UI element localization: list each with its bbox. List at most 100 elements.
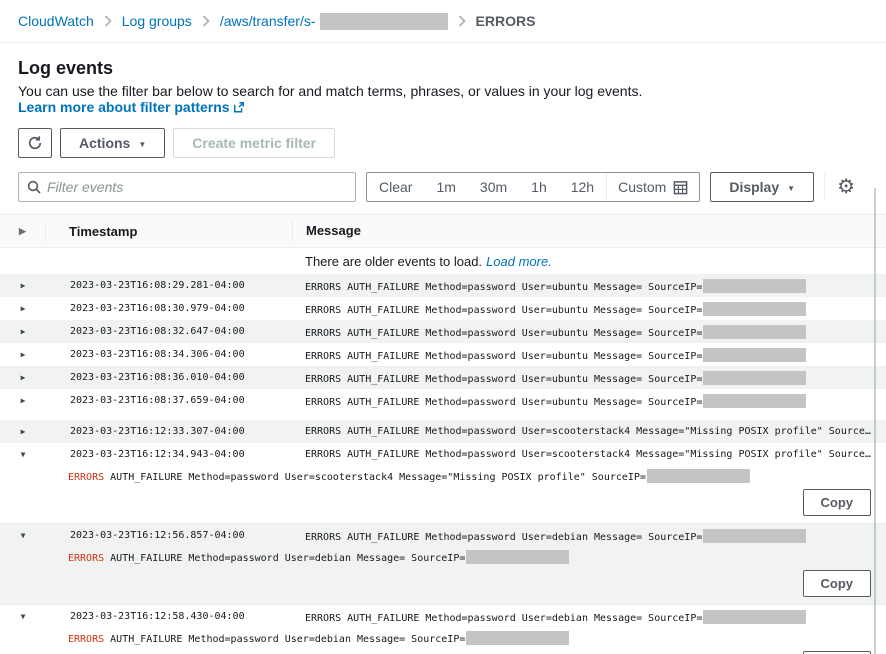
expand-toggle-icon[interactable]: ▶ <box>0 373 46 382</box>
time-clear-button[interactable]: Clear <box>367 173 424 201</box>
expand-toggle-icon[interactable]: ▶ <box>0 350 46 359</box>
copy-button-row: Copy <box>0 566 886 599</box>
log-event-row-expanded: ▼2023-03-23T16:12:34.943-04:00ERRORS AUT… <box>0 443 886 524</box>
event-message-text: ERRORS AUTH_FAILURE Method=password User… <box>305 282 702 293</box>
load-more-link[interactable]: Load more. <box>486 254 552 269</box>
table-header: ▶ Timestamp Message <box>0 214 886 248</box>
redacted-value <box>703 279 806 293</box>
time-12h-button[interactable]: 12h <box>559 173 606 201</box>
event-message: ERRORS AUTH_FAILURE Method=password User… <box>292 302 886 316</box>
chevron-right-icon <box>458 15 466 27</box>
event-timestamp: 2023-03-23T16:08:37.659-04:00 <box>46 395 292 406</box>
log-event-row[interactable]: ▶2023-03-23T16:08:32.647-04:00 ERRORS AUT… <box>0 320 886 343</box>
chevron-right-icon <box>202 15 210 27</box>
display-label: Display <box>729 179 779 195</box>
breadcrumb-cloudwatch[interactable]: CloudWatch <box>18 13 94 29</box>
custom-label: Custom <box>618 179 666 195</box>
log-event-row[interactable]: ▶2023-03-23T16:08:36.010-04:00 ERRORS AUT… <box>0 366 886 389</box>
log-event-row[interactable]: ▶2023-03-23T16:08:34.306-04:00ERRORS AUT… <box>0 343 886 366</box>
actions-button[interactable]: Actions ▼ <box>60 128 165 158</box>
copy-button-row: Copy <box>0 485 886 518</box>
event-message-text: ERRORS AUTH_FAILURE Method=password User… <box>305 426 871 437</box>
event-timestamp: 2023-03-23T16:12:56.857-04:00 <box>46 530 292 541</box>
expand-toggle-icon[interactable]: ▶ <box>0 281 46 290</box>
expand-toggle-icon[interactable]: ▶ <box>0 304 46 313</box>
event-detail: ERRORS AUTH_FAILURE Method=password User… <box>0 466 886 485</box>
vertical-scrollbar[interactable] <box>874 188 876 654</box>
event-message: ERRORS AUTH_FAILURE Method=password User… <box>292 279 886 293</box>
redacted-value <box>703 302 806 316</box>
actions-label: Actions <box>79 135 130 151</box>
event-message-text: ERRORS AUTH_FAILURE Method=password User… <box>305 374 702 385</box>
event-message: ERRORS AUTH_FAILURE Method=password User… <box>292 426 886 437</box>
event-detail-error-label: ERRORS <box>68 634 104 645</box>
copy-button[interactable]: Copy <box>803 570 872 597</box>
expand-toggle-icon[interactable]: ▶ <box>0 327 46 336</box>
event-message: ERRORS AUTH_FAILURE Method=password User… <box>292 371 886 385</box>
collapse-toggle-icon[interactable]: ▼ <box>0 450 46 459</box>
gear-icon: ⚙ <box>837 176 855 198</box>
event-timestamp: 2023-03-23T16:12:33.307-04:00 <box>46 426 292 437</box>
display-button[interactable]: Display ▼ <box>710 172 814 202</box>
refresh-icon <box>27 135 43 151</box>
redacted-value <box>647 469 750 483</box>
event-detail-error-label: ERRORS <box>68 553 104 564</box>
time-30m-button[interactable]: 30m <box>468 173 519 201</box>
chevron-down-icon: ▼ <box>787 184 795 193</box>
log-event-row[interactable]: ▼2023-03-23T16:12:56.857-04:00 ERRORS AUT… <box>0 524 886 547</box>
copy-button[interactable]: Copy <box>803 489 872 516</box>
event-detail-text: AUTH_FAILURE Method=password User=debian… <box>104 553 465 564</box>
event-timestamp: 2023-03-23T16:08:36.010-04:00 <box>46 372 292 383</box>
settings-gear-button[interactable]: ⚙ <box>835 177 857 197</box>
divider <box>824 173 825 201</box>
event-message-text: ERRORS AUTH_FAILURE Method=password User… <box>305 328 702 339</box>
search-input[interactable] <box>47 179 347 195</box>
collapse-toggle-icon[interactable]: ▼ <box>0 531 46 540</box>
breadcrumb: CloudWatch Log groups /aws/transfer/s- E… <box>0 0 886 43</box>
time-custom-button[interactable]: Custom <box>606 173 699 201</box>
log-event-row[interactable]: ▶2023-03-23T16:12:33.307-04:00 ERRORS AUT… <box>0 420 886 443</box>
redacted-value <box>703 325 806 339</box>
event-timestamp: 2023-03-23T16:08:32.647-04:00 <box>46 326 292 337</box>
event-detail: ERRORS AUTH_FAILURE Method=password User… <box>0 628 886 647</box>
event-message-text: ERRORS AUTH_FAILURE Method=password User… <box>305 532 702 543</box>
row-group-spacer <box>0 412 886 420</box>
time-1h-button[interactable]: 1h <box>519 173 559 201</box>
time-1m-button[interactable]: 1m <box>424 173 467 201</box>
expand-toggle-icon[interactable]: ▶ <box>0 396 46 405</box>
event-timestamp: 2023-03-23T16:08:30.979-04:00 <box>46 303 292 314</box>
message-column-header: Message <box>292 221 886 241</box>
event-detail-error-label: ERRORS <box>68 472 104 483</box>
event-message-text: ERRORS AUTH_FAILURE Method=password User… <box>305 305 702 316</box>
external-link-icon <box>233 101 245 113</box>
event-message: ERRORS AUTH_FAILURE Method=password User… <box>292 348 886 362</box>
event-detail: ERRORS AUTH_FAILURE Method=password User… <box>0 547 886 566</box>
log-event-row[interactable]: ▶2023-03-23T16:08:37.659-04:00ERRORS AUT… <box>0 389 886 412</box>
log-events-table: ▶ Timestamp Message There are older even… <box>0 214 886 654</box>
log-group-name-text: /aws/transfer/s- <box>220 13 316 29</box>
expand-toggle-icon[interactable]: ▶ <box>0 427 46 436</box>
log-event-row[interactable]: ▶2023-03-23T16:08:30.979-04:00 ERRORS AUT… <box>0 297 886 320</box>
log-event-row-expanded: ▼2023-03-23T16:12:56.857-04:00 ERRORS AUT… <box>0 524 886 605</box>
redacted-value <box>703 348 806 362</box>
redacted-value <box>320 13 448 30</box>
learn-more-text: Learn more about filter patterns <box>18 99 230 115</box>
page-description: You can use the filter bar below to sear… <box>18 83 868 115</box>
collapse-toggle-icon[interactable]: ▼ <box>0 612 46 621</box>
filter-bar: Clear 1m 30m 1h 12h Custom Displ <box>18 172 868 202</box>
log-event-row[interactable]: ▼2023-03-23T16:12:34.943-04:00ERRORS AUT… <box>0 443 886 466</box>
event-timestamp: 2023-03-23T16:08:29.281-04:00 <box>46 280 292 291</box>
create-metric-filter-button[interactable]: Create metric filter <box>173 128 335 158</box>
refresh-button[interactable] <box>18 128 52 158</box>
log-event-row[interactable]: ▶2023-03-23T16:08:29.281-04:00 ERRORS AUT… <box>0 274 886 297</box>
calendar-icon <box>673 180 688 195</box>
older-events-text: There are older events to load. <box>305 254 482 269</box>
filter-events-search[interactable] <box>18 172 356 202</box>
event-message: ERRORS AUTH_FAILURE Method=password User… <box>292 610 886 624</box>
learn-more-link[interactable]: Learn more about filter patterns <box>18 99 245 115</box>
log-event-row[interactable]: ▼2023-03-23T16:12:58.430-04:00ERRORS AUT… <box>0 605 886 628</box>
breadcrumb-log-group-name[interactable]: /aws/transfer/s- <box>220 13 448 30</box>
redacted-value <box>703 610 806 624</box>
event-message-text: ERRORS AUTH_FAILURE Method=password User… <box>305 449 871 460</box>
breadcrumb-log-groups[interactable]: Log groups <box>122 13 192 29</box>
